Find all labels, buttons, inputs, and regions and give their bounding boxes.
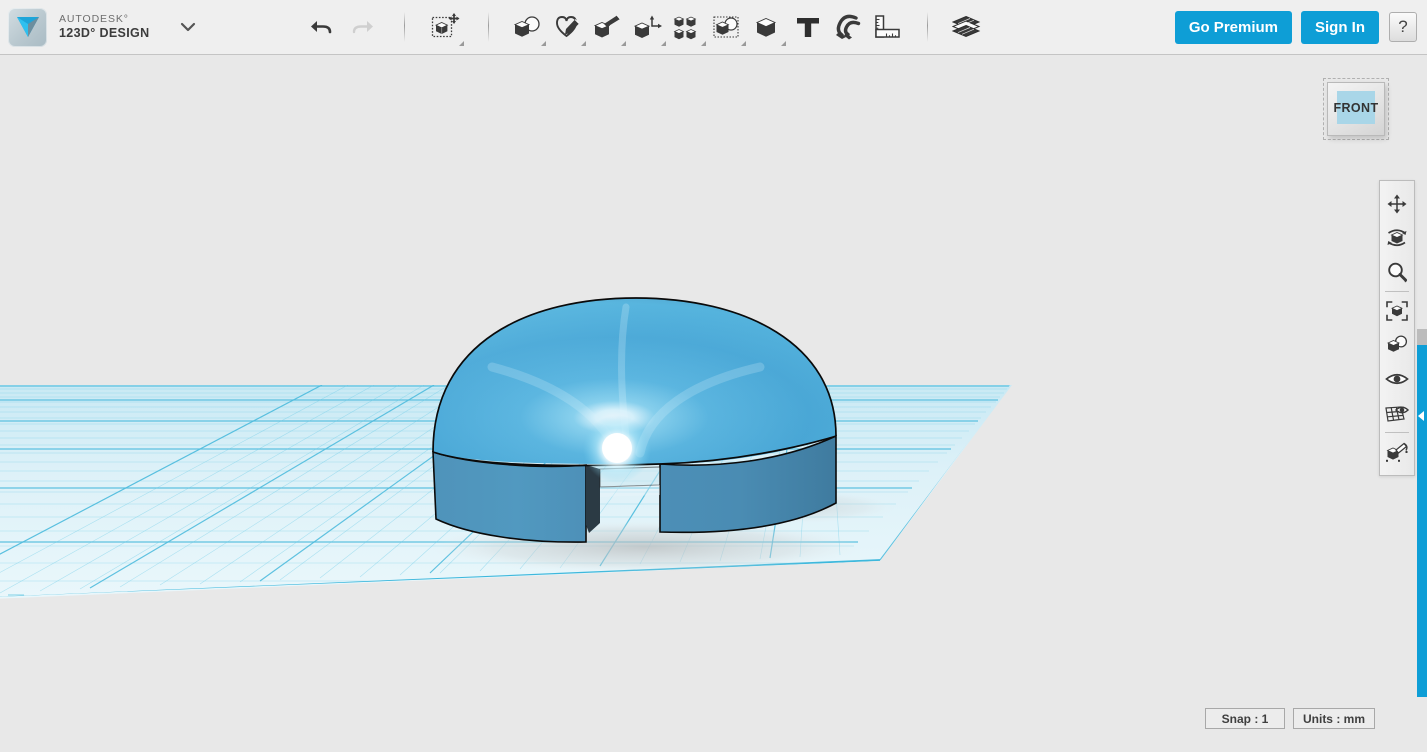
combine-button[interactable] [748, 7, 788, 47]
material-stack-icon [952, 14, 982, 40]
grid-eye-icon [1385, 403, 1409, 423]
right-panel-scroll-cap [1417, 329, 1427, 345]
sign-in-button[interactable]: Sign In [1301, 11, 1379, 44]
units-status[interactable]: Units : mm [1293, 708, 1375, 729]
3d-scene[interactable] [0, 55, 1427, 752]
redo-button[interactable] [342, 7, 382, 47]
toolbar-separator [927, 12, 928, 42]
snap-magnet-icon [833, 14, 863, 40]
primitives-cube-sphere-icon [513, 14, 543, 40]
dropdown-corner [621, 41, 626, 46]
brand-text: AUTODESK° 123D° DESIGN [59, 14, 149, 40]
undo-button[interactable] [302, 7, 342, 47]
snap-status[interactable]: Snap : 1 [1205, 708, 1285, 729]
material-button[interactable] [947, 7, 987, 47]
material-paint-cube-icon [1385, 441, 1409, 463]
go-premium-button[interactable]: Go Premium [1175, 11, 1292, 44]
snap-button[interactable] [828, 7, 868, 47]
view-cube[interactable]: FRONT [1327, 82, 1385, 136]
brand: AUTODESK° 123D° DESIGN [0, 8, 199, 47]
eye-visibility-icon [1385, 370, 1409, 388]
view-cube-face[interactable]: FRONT [1327, 82, 1385, 136]
autodesk-123d-logo-icon [8, 8, 47, 47]
view-settings-cube-icon [1385, 334, 1409, 356]
construct-cube-extrude-icon [593, 14, 623, 40]
view-cube-label: FRONT [1328, 83, 1384, 135]
fit-to-view-brackets-icon [1385, 300, 1409, 322]
grouping-combine-icon [713, 14, 743, 40]
app-window: AUTODESK° 123D° DESIGN [0, 0, 1427, 752]
doorway-threshold [600, 485, 660, 497]
navigation-toolbar [1379, 180, 1415, 476]
dropdown-corner [741, 41, 746, 46]
dropdown-corner [581, 41, 586, 46]
modify-cube-arrows-icon [633, 14, 663, 40]
transform-move-cube-icon [431, 12, 461, 42]
magnifier-zoom-icon [1386, 261, 1408, 283]
brand-line-1: AUTODESK° [59, 14, 149, 26]
help-button[interactable]: ? [1389, 12, 1417, 42]
grid-visibility-button[interactable] [1382, 396, 1412, 430]
view-settings-button[interactable] [1382, 328, 1412, 362]
orbit-cube-rotate-icon [1385, 227, 1409, 249]
dropdown-corner [661, 41, 666, 46]
nav-divider [1385, 432, 1409, 433]
zoom-tool-button[interactable] [1382, 255, 1412, 289]
top-toolbar: AUTODESK° 123D° DESIGN [0, 0, 1427, 55]
transform-button[interactable] [426, 7, 466, 47]
chevron-left-icon [1418, 411, 1424, 421]
specular-core [602, 433, 632, 463]
dropdown-corner [541, 41, 546, 46]
measure-button[interactable] [868, 7, 908, 47]
right-panel-expander[interactable] [1417, 345, 1427, 697]
dropdown-corner [781, 41, 786, 46]
toolbar-right-group: Go Premium Sign In ? [1175, 11, 1427, 44]
toolbar-separator [404, 12, 405, 42]
dropdown-corner [701, 41, 706, 46]
brand-line-2: 123D° DESIGN [59, 26, 149, 40]
sketch-pencil-icon [553, 14, 583, 40]
grouping-button[interactable] [708, 7, 748, 47]
modify-button[interactable] [628, 7, 668, 47]
dropdown-corner [459, 41, 464, 46]
materials-button[interactable] [1382, 435, 1412, 469]
orbit-tool-button[interactable] [1382, 221, 1412, 255]
fit-view-button[interactable] [1382, 294, 1412, 328]
status-bar: Snap : 1 Units : mm [1205, 708, 1375, 729]
pan-tool-button[interactable] [1382, 187, 1412, 221]
primitives-button[interactable] [508, 7, 548, 47]
measure-ruler-icon [873, 14, 903, 40]
toolbar-separator [488, 12, 489, 42]
sketch-button[interactable] [548, 7, 588, 47]
chevron-down-icon[interactable] [177, 16, 199, 38]
nav-divider [1385, 291, 1409, 292]
visibility-button[interactable] [1382, 362, 1412, 396]
pan-four-arrows-icon [1386, 193, 1408, 215]
construct-button[interactable] [588, 7, 628, 47]
viewport[interactable]: FRONT [0, 55, 1427, 752]
combine-cube-icon [753, 14, 783, 40]
text-button[interactable] [788, 7, 828, 47]
pattern-button[interactable] [668, 7, 708, 47]
text-t-icon [793, 14, 823, 40]
pattern-grid-cubes-icon [673, 14, 703, 40]
